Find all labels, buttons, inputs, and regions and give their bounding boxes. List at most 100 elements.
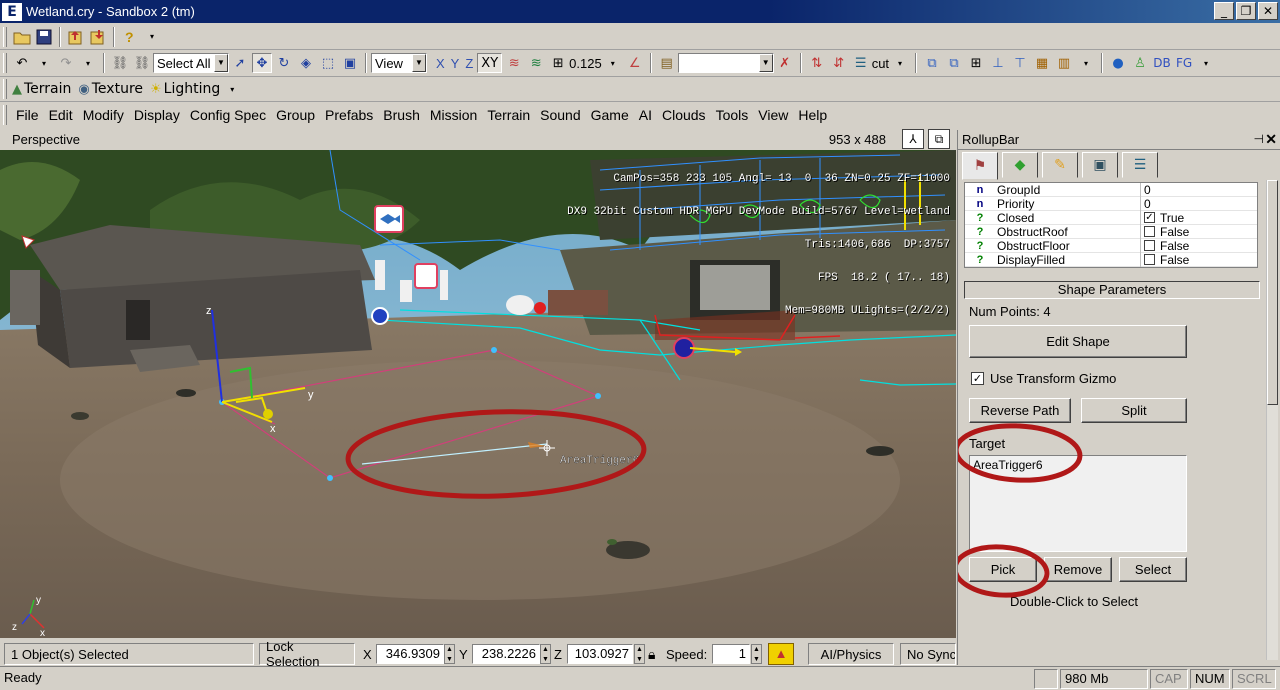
prop-row-obstructfloor[interactable]: ? ObstructFloor False [965, 238, 1257, 253]
chevron-down-icon[interactable]: ▾ [34, 53, 54, 73]
reverse-path-button[interactable]: Reverse Path [969, 398, 1071, 423]
undo-icon[interactable]: ↶ [12, 53, 32, 73]
menu-modify[interactable]: Modify [78, 107, 129, 123]
closed-checkbox[interactable]: ✓ [1144, 212, 1155, 223]
layer-list-icon[interactable]: ▤ [657, 53, 677, 73]
prop-row-obstructroof[interactable]: ? ObstructRoof False [965, 224, 1257, 239]
lock-selection-button[interactable]: Lock Selection [259, 639, 355, 669]
menu-group[interactable]: Group [271, 107, 320, 123]
db-button[interactable]: DB [1152, 53, 1172, 73]
redo-icon[interactable]: ↷ [56, 53, 76, 73]
layer-label[interactable]: cut [872, 56, 889, 71]
menu-clouds[interactable]: Clouds [657, 107, 711, 123]
axis-z-button[interactable]: Z [462, 56, 476, 71]
material-icon[interactable]: ▦ [1032, 53, 1052, 73]
select-button[interactable]: Select [1119, 557, 1187, 582]
move-icon[interactable]: ✥ [252, 53, 272, 73]
viewport-title[interactable]: Perspective [12, 132, 80, 147]
menu-prefabs[interactable]: Prefabs [320, 107, 378, 123]
tab-display[interactable]: ▣ [1082, 152, 1118, 178]
y-spinner[interactable]: ▲ ▼ [540, 644, 551, 664]
scrollbar-thumb[interactable] [1267, 180, 1278, 405]
prop-row-displayfilled[interactable]: ? DisplayFilled False [965, 252, 1257, 267]
help-icon[interactable]: ? [120, 27, 140, 47]
layers-icon[interactable]: ☰ [851, 53, 871, 73]
lock-icon[interactable]: 🔒︎ [648, 646, 655, 663]
terrain-snap-icon[interactable]: ≋ [504, 53, 524, 73]
delete-layer-icon[interactable]: ✗ [775, 53, 795, 73]
x-spinner[interactable]: ▲ ▼ [444, 644, 455, 664]
rollup-scrollbar[interactable] [1266, 180, 1278, 660]
viewport-options-icon[interactable]: ⅄ [902, 129, 924, 149]
minimize-button[interactable]: _ [1214, 2, 1234, 20]
film-icon[interactable]: ▥ [1054, 53, 1074, 73]
ai-physics-button[interactable]: AI/Physics [808, 643, 894, 665]
lighting-button[interactable]: ☀ Lighting [150, 79, 220, 99]
axis-xy-button[interactable]: XY [477, 53, 503, 73]
view-combo[interactable]: View ▼ [371, 53, 427, 73]
menu-sound[interactable]: Sound [535, 107, 585, 123]
menu-help[interactable]: Help [793, 107, 832, 123]
select-arrow-icon[interactable]: ➚ [230, 53, 250, 73]
no-sync-button[interactable]: No Sync [900, 643, 956, 665]
chevron-down-icon[interactable]: ▼ [758, 54, 773, 72]
chevron-down-icon[interactable]: ▾ [222, 79, 242, 99]
chevron-down-icon[interactable]: ▾ [603, 53, 623, 73]
z-spinner[interactable]: ▲ ▼ [634, 644, 645, 664]
texture-button[interactable]: ◉ Texture [78, 79, 143, 99]
obstructroof-checkbox[interactable] [1144, 226, 1155, 237]
grid-align-icon[interactable]: ⊞ [966, 53, 986, 73]
prop-row-priority[interactable]: n Priority 0 [965, 196, 1257, 211]
ai-walk-icon[interactable]: ♙ [1130, 53, 1150, 73]
menu-game[interactable]: Game [586, 107, 634, 123]
menu-edit[interactable]: Edit [44, 107, 78, 123]
shape-parameters-header[interactable]: Shape Parameters [964, 281, 1260, 299]
speed-spinner[interactable]: ▲ ▼ [751, 644, 762, 664]
chevron-down-icon[interactable]: ▼ [214, 54, 228, 72]
use-gizmo-checkbox[interactable]: ✓ [971, 372, 984, 385]
tab-terrain[interactable]: ◆ [1002, 152, 1038, 178]
layer-copy-icon[interactable]: ⇵ [829, 53, 849, 73]
select-all-combo[interactable]: Select All ▼ [153, 53, 229, 73]
prop-value[interactable]: 0 [1141, 197, 1151, 211]
select-window-icon[interactable]: ▣ [340, 53, 360, 73]
menu-terrain[interactable]: Terrain [482, 107, 535, 123]
restore-button[interactable]: ❐ [1236, 2, 1256, 20]
snap-object-icon[interactable]: ⊥ [988, 53, 1008, 73]
use-gizmo-row[interactable]: ✓ Use Transform Gizmo [971, 371, 1116, 386]
object-snap-icon[interactable]: ≋ [526, 53, 546, 73]
prop-row-closed[interactable]: ? Closed ✓ True [965, 210, 1257, 225]
pick-button[interactable]: Pick [969, 557, 1037, 582]
menu-ai[interactable]: AI [634, 107, 657, 123]
close-button[interactable]: ✕ [1258, 2, 1278, 20]
y-coordinate-field[interactable]: 238.2226 [472, 644, 540, 664]
link-icon[interactable]: ⛓ [110, 53, 130, 73]
chevron-down-icon[interactable]: ▾ [890, 53, 910, 73]
layer-combo[interactable]: ▼ [677, 53, 774, 73]
align-icon[interactable]: ⧉ [922, 53, 942, 73]
terrain-button[interactable]: ▲ Terrain [12, 79, 71, 99]
remove-button[interactable]: Remove [1044, 557, 1112, 582]
import-icon[interactable] [88, 27, 108, 47]
angle-snap-icon[interactable]: ∠ [625, 53, 645, 73]
target-list[interactable]: AreaTrigger6 [969, 455, 1187, 552]
align-2-icon[interactable]: ⧉ [944, 53, 964, 73]
menu-file[interactable]: File [11, 107, 44, 123]
menu-tools[interactable]: Tools [711, 107, 754, 123]
menu-config-spec[interactable]: Config Spec [185, 107, 271, 123]
open-icon[interactable] [12, 27, 32, 47]
fg-button[interactable]: FG [1174, 53, 1194, 73]
menu-mission[interactable]: Mission [425, 107, 482, 123]
unlink-icon[interactable]: ⛓ [132, 53, 152, 73]
menu-view[interactable]: View [753, 107, 793, 123]
speed-field[interactable]: 1 [712, 644, 750, 664]
prop-value[interactable]: 0 [1141, 183, 1151, 197]
export-icon[interactable] [66, 27, 86, 47]
chevron-down-icon[interactable]: ▾ [142, 27, 162, 47]
prop-row-groupid[interactable]: n GroupId 0 [965, 183, 1257, 197]
grid-icon[interactable]: ⊞ [548, 53, 568, 73]
grid-value[interactable]: 0.125 [569, 56, 602, 71]
tab-objects[interactable]: ⚑ [962, 152, 998, 180]
rotate-icon[interactable]: ↻ [274, 53, 294, 73]
scale-icon[interactable]: ◈ [296, 53, 316, 73]
